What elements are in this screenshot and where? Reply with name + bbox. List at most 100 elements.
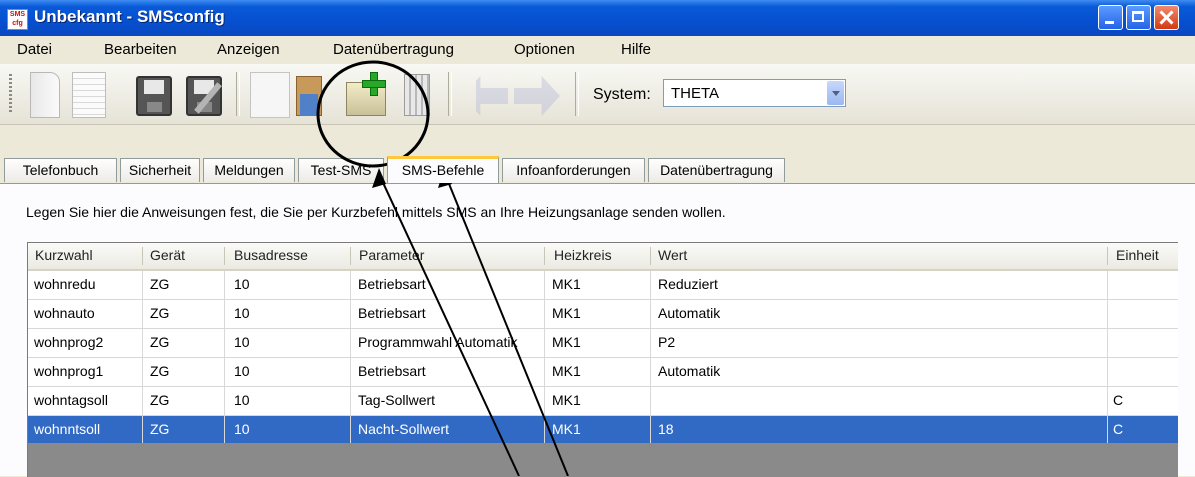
cell-geraet: ZG	[150, 276, 170, 292]
cell-geraet: ZG	[150, 305, 170, 321]
back-icon[interactable]	[462, 76, 508, 116]
tab-test-sms[interactable]: Test-SMS	[298, 158, 384, 182]
toolbar-separator	[575, 72, 579, 116]
column-header-geraet[interactable]: Gerät	[150, 247, 185, 263]
table-header: Kurzwahl Gerät Busadresse Parameter Heiz…	[28, 243, 1178, 271]
cell-geraet: ZG	[150, 392, 170, 408]
table-empty-area	[28, 443, 1178, 477]
tab-infoanforderungen[interactable]: Infoanforderungen	[502, 158, 645, 182]
table-row[interactable]: wohnredu ZG 10 Betriebsart MK1 Reduziert	[28, 271, 1178, 300]
forward-icon[interactable]	[514, 76, 560, 116]
menu-datei[interactable]: Datei	[17, 41, 52, 58]
tab-datenuebertragung[interactable]: Datenübertragung	[648, 158, 785, 182]
column-divider[interactable]	[224, 247, 225, 265]
column-header-kurzwahl[interactable]: Kurzwahl	[35, 247, 93, 263]
cell-heizkreis: MK1	[552, 363, 581, 379]
smsconfig-window: SMS cfg Unbekannt - SMSconfig Datei Bearb…	[0, 0, 1195, 477]
cell-heizkreis: MK1	[552, 421, 581, 437]
page-icon[interactable]	[72, 72, 106, 118]
cell-parameter: Nacht-Sollwert	[358, 421, 450, 437]
close-button[interactable]	[1154, 5, 1179, 30]
cell-kurzwahl: wohnprog1	[34, 363, 104, 379]
cell-kurzwahl: wohntagsoll	[34, 392, 108, 408]
delete-icon[interactable]	[404, 74, 430, 116]
menu-bearbeiten[interactable]: Bearbeiten	[104, 41, 177, 58]
toolbar: System: THETA	[0, 64, 1195, 125]
menu-hilfe[interactable]: Hilfe	[621, 41, 651, 58]
menu-bar: Datei Bearbeiten Anzeigen Datenübertragu…	[0, 36, 1195, 65]
app-icon: SMS cfg	[7, 9, 28, 30]
cell-kurzwahl: wohnprog2	[34, 334, 104, 350]
column-header-heizkreis[interactable]: Heizkreis	[554, 247, 612, 263]
cell-busadresse: 10	[234, 276, 250, 292]
sms-befehle-panel: Legen Sie hier die Anweisungen fest, die…	[0, 184, 1195, 477]
system-select[interactable]: THETA	[663, 79, 846, 107]
cell-einheit: C	[1113, 421, 1124, 437]
cell-geraet: ZG	[150, 421, 170, 437]
cell-wert: Reduziert	[658, 276, 718, 292]
tab-sms-befehle[interactable]: SMS-Befehle	[387, 156, 499, 183]
column-divider[interactable]	[142, 247, 143, 265]
cell-heizkreis: MK1	[552, 334, 581, 350]
table-row[interactable]: wohnauto ZG 10 Betriebsart MK1 Automatik	[28, 300, 1178, 329]
tab-meldungen[interactable]: Meldungen	[203, 158, 295, 182]
column-header-busadresse[interactable]: Busadresse	[234, 247, 308, 263]
cell-busadresse: 10	[234, 334, 250, 350]
cell-parameter: Betriebsart	[358, 305, 426, 321]
cell-wert: Automatik	[658, 305, 721, 321]
column-divider[interactable]	[544, 247, 545, 265]
plus-icon	[362, 72, 386, 96]
table-row[interactable]: wohnprog1 ZG 10 Betriebsart MK1 Automati…	[28, 358, 1178, 387]
cell-kurzwahl: wohnauto	[34, 305, 95, 321]
toolbar-grip[interactable]	[9, 74, 12, 114]
paste-document-icon	[300, 94, 318, 116]
cell-heizkreis: MK1	[552, 392, 581, 408]
toolbar-separator	[236, 72, 240, 116]
minimize-button[interactable]	[1098, 5, 1123, 30]
tab-telefonbuch[interactable]: Telefonbuch	[4, 158, 117, 182]
cell-parameter: Betriebsart	[358, 363, 426, 379]
window-title: Unbekannt - SMSconfig	[34, 7, 225, 26]
cell-heizkreis: MK1	[552, 305, 581, 321]
maximize-button[interactable]	[1126, 5, 1151, 30]
cell-busadresse: 10	[234, 392, 250, 408]
title-bar[interactable]: SMS cfg Unbekannt - SMSconfig	[0, 0, 1195, 36]
column-divider[interactable]	[650, 247, 651, 265]
cell-heizkreis: MK1	[552, 276, 581, 292]
instruction-text: Legen Sie hier die Anweisungen fest, die…	[26, 204, 726, 220]
tab-sicherheit[interactable]: Sicherheit	[120, 158, 200, 182]
column-header-wert[interactable]: Wert	[658, 247, 687, 263]
cell-wert: 18	[658, 421, 674, 437]
column-divider[interactable]	[1107, 247, 1108, 265]
cell-busadresse: 10	[234, 363, 250, 379]
cell-wert: Automatik	[658, 363, 721, 379]
cell-parameter: Tag-Sollwert	[358, 392, 436, 408]
system-value: THETA	[671, 85, 720, 102]
chevron-down-icon[interactable]	[827, 81, 844, 105]
menu-optionen[interactable]: Optionen	[514, 41, 575, 58]
save-icon[interactable]	[136, 76, 172, 116]
column-divider[interactable]	[350, 247, 351, 265]
copy-icon[interactable]	[250, 72, 290, 118]
menu-datenuebertragung[interactable]: Datenübertragung	[333, 41, 454, 58]
cell-parameter: Betriebsart	[358, 276, 426, 292]
column-header-parameter[interactable]: Parameter	[359, 247, 424, 263]
cell-kurzwahl: wohnntsoll	[34, 421, 101, 437]
table-row[interactable]: wohnprog2 ZG 10 Programmwahl Automatik M…	[28, 329, 1178, 358]
new-document-icon[interactable]	[30, 72, 60, 118]
cell-wert: P2	[658, 334, 676, 350]
menu-anzeigen[interactable]: Anzeigen	[217, 41, 280, 58]
cell-geraet: ZG	[150, 334, 170, 350]
tab-strip: Telefonbuch Sicherheit Meldungen Test-SM…	[0, 124, 1195, 186]
cell-kurzwahl: wohnredu	[34, 276, 96, 292]
cell-parameter: Programmwahl Automatik	[358, 334, 518, 350]
table-row[interactable]: wohntagsoll ZG 10 Tag-Sollwert MK1 C	[28, 387, 1178, 416]
cell-geraet: ZG	[150, 363, 170, 379]
system-label: System:	[593, 86, 651, 103]
column-header-einheit[interactable]: Einheit	[1116, 247, 1159, 263]
cell-einheit: C	[1113, 392, 1124, 408]
table-row-selected[interactable]: wohnntsoll ZG 10 Nacht-Sollwert MK1 18 C	[28, 416, 1178, 445]
commands-table[interactable]: Kurzwahl Gerät Busadresse Parameter Heiz…	[27, 242, 1178, 477]
cell-busadresse: 10	[234, 305, 250, 321]
toolbar-separator	[448, 72, 452, 116]
